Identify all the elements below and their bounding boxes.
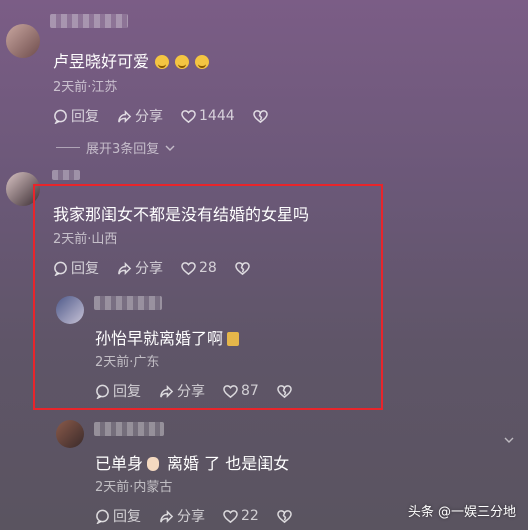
share-button[interactable]: 分享 <box>159 506 205 526</box>
broken-heart-icon <box>277 509 292 523</box>
watermark: 头条 @一娱三分地 <box>407 505 516 520</box>
share-icon <box>118 109 132 123</box>
smile-emoji-icon <box>195 55 210 69</box>
chevron-down-icon <box>165 145 175 151</box>
smile-emoji-icon <box>155 55 170 69</box>
broken-heart-icon <box>252 109 268 123</box>
collapse-chevron-icon[interactable] <box>504 430 514 449</box>
heart-icon <box>181 109 196 123</box>
comment-text-body: 卢昱晓好可爱 <box>53 52 150 71</box>
username-blurred[interactable] <box>50 14 128 28</box>
highlight-box <box>33 184 383 410</box>
reply-icon <box>54 109 67 124</box>
username-blurred[interactable] <box>52 170 80 180</box>
reply-icon <box>96 509 109 524</box>
comment-meta: 2天前·江苏 <box>53 80 118 95</box>
share-button[interactable]: 分享 <box>117 106 163 126</box>
comment-meta: 2天前·内蒙古 <box>95 480 173 495</box>
divider <box>56 147 80 148</box>
avatar[interactable] <box>6 24 40 58</box>
reply-button[interactable]: 回复 <box>95 506 141 526</box>
share-icon <box>160 509 174 523</box>
comment-text: 已单身 离婚 了 也是闺女 <box>95 454 290 473</box>
comment-text: 卢昱晓好可爱 <box>53 48 210 72</box>
dislike-button[interactable] <box>277 509 292 524</box>
username-blurred[interactable] <box>94 422 164 436</box>
expand-replies-button[interactable]: 展开3条回复 <box>56 138 175 157</box>
comment-actions: 回复 分享 22 <box>95 506 292 526</box>
comment-actions: 回复 分享 1444 <box>53 106 268 126</box>
dislike-button[interactable] <box>252 109 268 124</box>
reply-button[interactable]: 回复 <box>53 106 99 126</box>
avatar[interactable] <box>56 420 84 448</box>
heart-icon <box>223 509 238 523</box>
smile-emoji-icon <box>175 55 190 69</box>
ok-hand-emoji-icon <box>147 457 160 471</box>
like-button[interactable]: 22 <box>223 508 259 524</box>
like-button[interactable]: 1444 <box>181 108 235 124</box>
